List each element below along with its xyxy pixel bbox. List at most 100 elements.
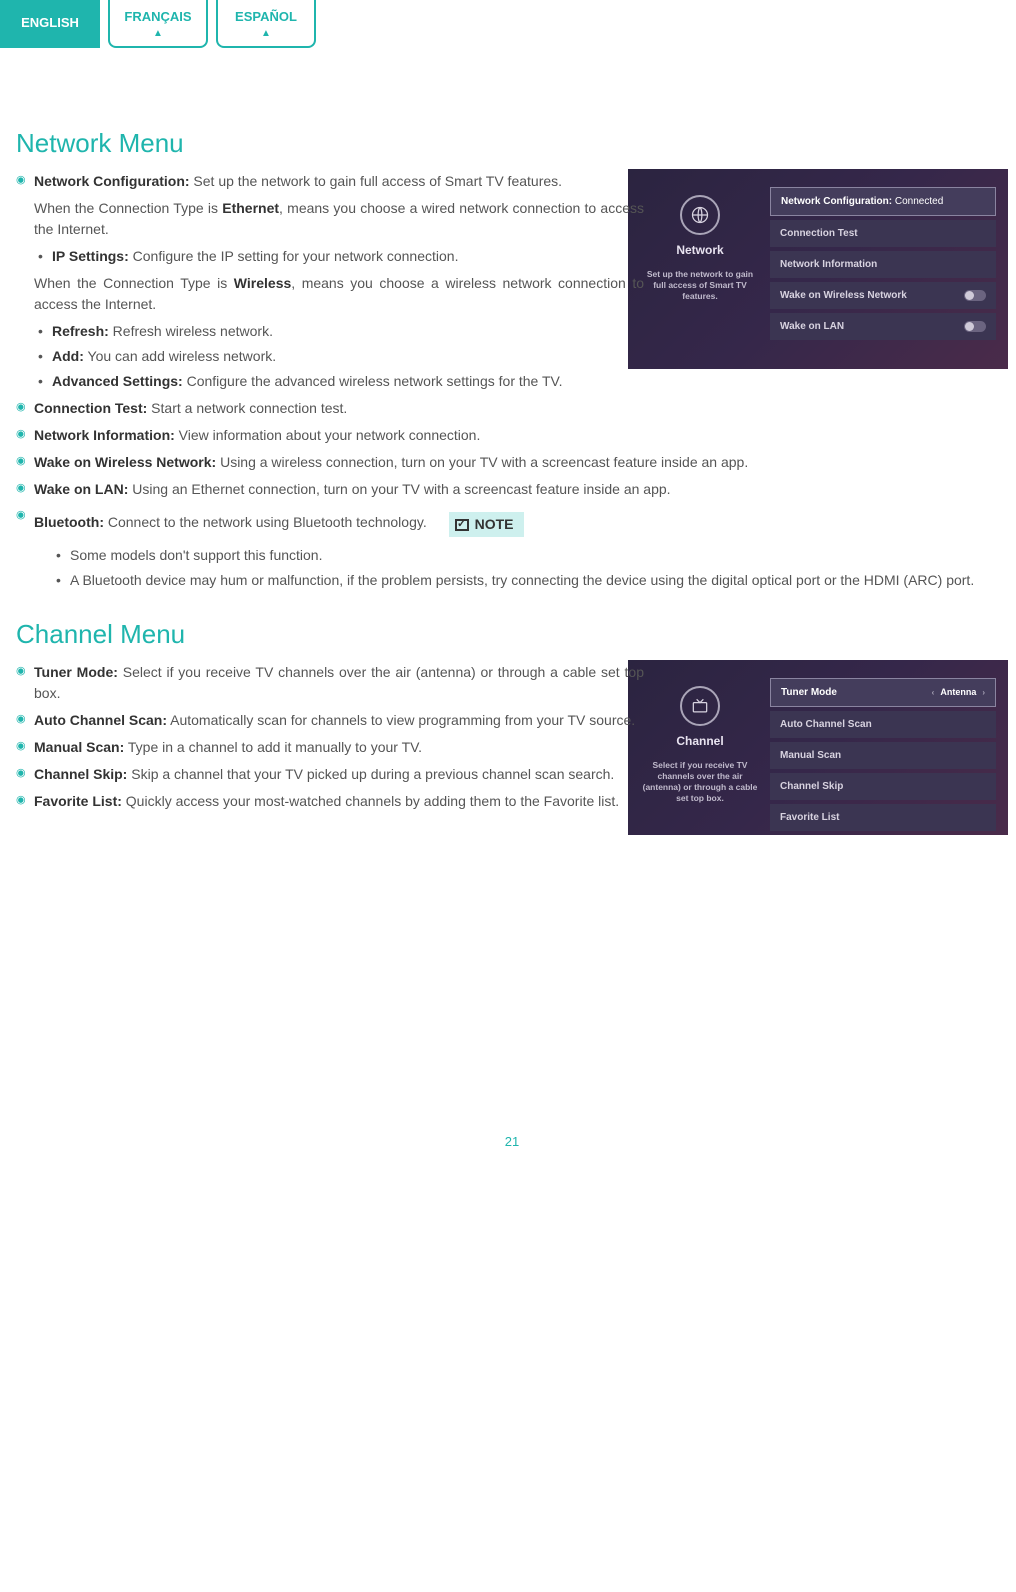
network-menu-heading: Network Menu [16, 124, 1008, 163]
row-connection-test[interactable]: Connection Test [770, 220, 996, 247]
list-item: Tuner Mode: Select if you receive TV cha… [34, 662, 644, 704]
row-tuner-mode[interactable]: Tuner Mode ‹ Antenna › [770, 678, 996, 707]
item-desc: Using an Ethernet connection, turn on yo… [128, 481, 670, 497]
row-network-config[interactable]: Network Configuration: Connected [770, 187, 996, 216]
chevron-right-icon: › [982, 687, 985, 699]
item-label: Favorite List: [34, 793, 122, 809]
panel-rows: Tuner Mode ‹ Antenna › Auto Channel Scan… [770, 678, 996, 805]
item-label: Wake on Wireless Network: [34, 454, 216, 470]
chevron-left-icon: ‹ [932, 687, 935, 699]
channel-section: Channel Select if you receive TV channel… [16, 662, 1008, 812]
list-item: Advanced Settings: Configure the advance… [52, 371, 1012, 392]
page-content: Network Menu Network Set up the network … [0, 48, 1016, 1152]
paragraph: When the Connection Type is Wireless, me… [34, 273, 644, 315]
row-value: Connected [895, 196, 943, 207]
item-label: Wake on LAN: [34, 481, 128, 497]
panel-sidebar-desc: Select if you receive TV channels over t… [640, 760, 760, 804]
list-item: Network Configuration: Set up the networ… [34, 171, 644, 392]
row-label: Favorite List [780, 810, 839, 825]
row-wake-lan[interactable]: Wake on LAN [770, 313, 996, 340]
item-desc: Select if you receive TV channels over t… [34, 664, 644, 701]
channel-menu-heading: Channel Menu [16, 615, 1008, 654]
row-label: Auto Channel Scan [780, 717, 872, 732]
selector-value: Antenna [940, 686, 976, 700]
toggle-switch[interactable] [964, 321, 986, 332]
row-label: Network Information [780, 257, 877, 272]
row-manual-scan[interactable]: Manual Scan [770, 742, 996, 769]
list-item: A Bluetooth device may hum or malfunctio… [70, 570, 1008, 591]
item-desc: Refresh wireless network. [109, 323, 273, 339]
item-desc: Set up the network to gain full access o… [190, 173, 562, 189]
tab-english[interactable]: ENGLISH [0, 0, 100, 48]
toggle-switch[interactable] [964, 290, 986, 301]
chevron-up-icon: ▲ [261, 29, 271, 39]
item-label: IP Settings: [52, 248, 129, 264]
list-item: IP Settings: Configure the IP setting fo… [52, 246, 644, 267]
item-label: Channel Skip: [34, 766, 127, 782]
page-number: 21 [16, 1132, 1008, 1152]
row-label: Manual Scan [780, 748, 841, 763]
item-label: Tuner Mode: [34, 664, 118, 680]
network-section: Network Set up the network to gain full … [16, 171, 1008, 591]
row-label: Channel Skip [780, 779, 843, 794]
item-label: Refresh: [52, 323, 109, 339]
tv-icon [680, 686, 720, 726]
tab-espanol[interactable]: ESPAÑOL ▲ [216, 0, 316, 48]
chevron-up-icon: ▲ [153, 29, 163, 39]
item-desc: Type in a channel to add it manually to … [124, 739, 422, 755]
tab-label: ESPAÑOL [235, 7, 297, 27]
row-network-info[interactable]: Network Information [770, 251, 996, 278]
row-label: Network Configuration: [781, 196, 895, 207]
item-label: Network Configuration: [34, 173, 190, 189]
item-desc: Configure the IP setting for your networ… [129, 248, 459, 264]
panel-sidebar: Network Set up the network to gain full … [640, 187, 760, 339]
network-settings-screenshot: Network Set up the network to gain full … [628, 169, 1008, 369]
panel-rows: Network Configuration: Connected Connect… [770, 187, 996, 339]
panel-sidebar-title: Network [640, 241, 760, 259]
selector[interactable]: ‹ Antenna › [932, 686, 985, 700]
list-item: Some models don't support this function. [70, 545, 1008, 566]
list-item: Refresh: Refresh wireless network. [52, 321, 644, 342]
row-channel-skip[interactable]: Channel Skip [770, 773, 996, 800]
panel-sidebar-title: Channel [640, 732, 760, 750]
paragraph: When the Connection Type is Ethernet, me… [34, 198, 644, 240]
item-desc: Skip a channel that your TV picked up du… [127, 766, 614, 782]
row-wake-wireless[interactable]: Wake on Wireless Network [770, 282, 996, 309]
note-label: NOTE [475, 514, 514, 535]
item-label: Network Information: [34, 427, 175, 443]
row-label: Wake on Wireless Network [780, 288, 907, 303]
item-desc: You can add wireless network. [84, 348, 276, 364]
note-badge: ✓ NOTE [449, 512, 524, 537]
list-item: Manual Scan: Type in a channel to add it… [34, 737, 644, 758]
item-desc: View information about your network conn… [175, 427, 481, 443]
list-item: Favorite List: Quickly access your most-… [34, 791, 644, 812]
channel-settings-screenshot: Channel Select if you receive TV channel… [628, 660, 1008, 835]
list-item: Add: You can add wireless network. [52, 346, 644, 367]
tab-francais[interactable]: FRANÇAIS ▲ [108, 0, 208, 48]
item-label: Bluetooth: [34, 514, 104, 530]
item-desc: Quickly access your most-watched channel… [122, 793, 619, 809]
list-item: Auto Channel Scan: Automatically scan fo… [34, 710, 644, 731]
item-desc: Start a network connection test. [147, 400, 347, 416]
list-item: Channel Skip: Skip a channel that your T… [34, 764, 644, 785]
item-label: Connection Test: [34, 400, 147, 416]
checkbox-icon: ✓ [455, 519, 469, 531]
list-item: Wake on Wireless Network: Using a wirele… [34, 452, 1008, 473]
language-tabs: ENGLISH FRANÇAIS ▲ ESPAÑOL ▲ [0, 0, 1016, 48]
item-desc: Configure the advanced wireless network … [183, 373, 563, 389]
row-favorite-list[interactable]: Favorite List [770, 804, 996, 831]
item-label: Auto Channel Scan: [34, 712, 167, 728]
item-label: Manual Scan: [34, 739, 124, 755]
item-desc: Automatically scan for channels to view … [167, 712, 635, 728]
item-desc: Connect to the network using Bluetooth t… [104, 514, 427, 530]
list-item: Wake on LAN: Using an Ethernet connectio… [34, 479, 1008, 500]
list-item: Connection Test: Start a network connect… [34, 398, 1008, 419]
item-label: Add: [52, 348, 84, 364]
list-item: Bluetooth: Connect to the network using … [34, 506, 1008, 591]
item-label: Advanced Settings: [52, 373, 183, 389]
row-auto-scan[interactable]: Auto Channel Scan [770, 711, 996, 738]
item-desc: Using a wireless connection, turn on you… [216, 454, 748, 470]
tab-label: FRANÇAIS [124, 7, 191, 27]
row-label: Tuner Mode [781, 685, 837, 700]
row-label: Wake on LAN [780, 319, 844, 334]
